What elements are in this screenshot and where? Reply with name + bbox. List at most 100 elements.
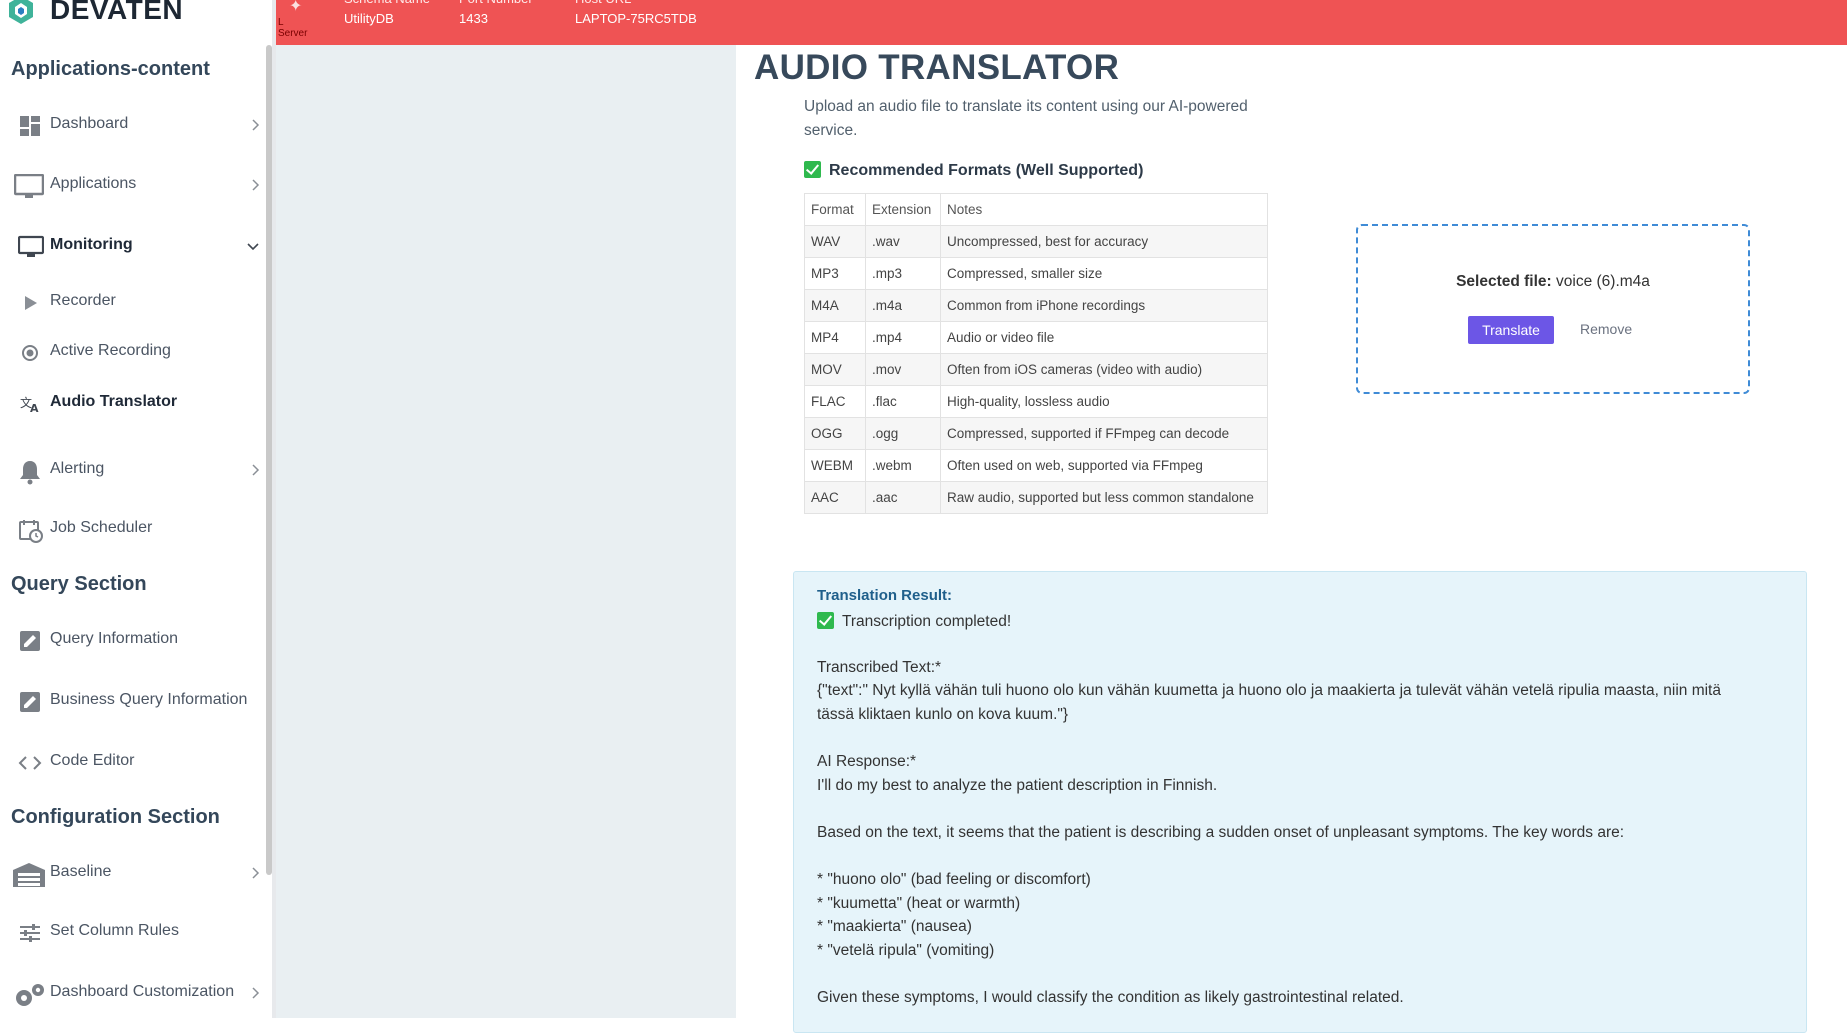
table-row: MOV .mov Often from iOS cameras (video wit… <box>804 353 1268 386</box>
calendar-clock-icon <box>18 518 43 543</box>
sidebar-item-label: Dashboard Customization <box>50 983 235 1000</box>
transcription-status: Transcription completed! <box>817 612 1011 631</box>
monitor-icon <box>18 235 44 259</box>
play-icon <box>18 291 42 315</box>
sidebar-item-label: Set Column Rules <box>50 922 179 939</box>
edit-square-icon <box>18 690 42 714</box>
chevron-right-icon <box>250 115 260 135</box>
table-cell: Often used on web, supported via FFmpeg <box>940 449 1268 482</box>
sidebar: Applications-content Dashboard Applicati… <box>0 45 270 1018</box>
sidebar-item-dashboard[interactable]: Dashboard <box>0 105 264 145</box>
table-cell: Audio or video file <box>940 321 1268 354</box>
warehouse-icon <box>12 862 46 887</box>
translate-button[interactable]: Translate <box>1468 316 1554 344</box>
table-cell: .aac <box>865 481 941 514</box>
section-applications-content: Applications-content <box>11 58 210 80</box>
sidebar-item-dashboard-customization[interactable]: Dashboard Customization <box>0 973 264 1013</box>
transcription-status-text: Transcription completed! <box>842 613 1012 630</box>
transcribed-text-line: tässä kliktaen kunlo on kova kuum."} <box>817 706 1069 723</box>
sidebar-item-alerting[interactable]: Alerting <box>0 450 264 490</box>
top-bar: ✦ L Server Schema Name UtilityDB Port Nu… <box>275 0 1847 45</box>
server-label: L Server <box>278 17 308 39</box>
column-header: Notes <box>940 193 1268 226</box>
sidebar-scrollbar[interactable] <box>266 45 272 875</box>
selected-file-name: voice (6).m4a <box>1556 273 1650 290</box>
sidebar-item-job-scheduler[interactable]: Job Scheduler <box>0 509 264 549</box>
left-panel <box>276 45 736 1018</box>
table-cell: .mp3 <box>865 257 941 290</box>
formats-table: Format Extension Notes WAV .wav Uncompress… <box>804 193 1268 514</box>
devaten-logo-icon <box>6 0 36 27</box>
ai-response-line: Based on the text, it seems that the pat… <box>817 824 1625 841</box>
translate-icon: 文A <box>18 392 42 416</box>
gears-icon <box>12 982 46 1006</box>
ai-response-conclusion: Given these symptoms, I would classify t… <box>817 989 1404 1006</box>
table-cell: High-quality, lossless audio <box>940 385 1268 418</box>
symptom-bullet: * "huono olo" (bad feeling or discomfort… <box>817 871 1091 888</box>
table-cell: M4A <box>804 289 866 322</box>
sidebar-item-business-query-information[interactable]: Business Query Information <box>0 681 264 721</box>
chevron-right-icon <box>250 460 260 480</box>
svg-text:A: A <box>30 402 39 415</box>
sidebar-item-label: Alerting <box>50 460 105 477</box>
sidebar-item-baseline[interactable]: Baseline <box>0 853 264 893</box>
chevron-right-icon <box>250 863 260 883</box>
sidebar-item-label: Audio Translator <box>50 393 178 410</box>
table-cell: WAV <box>804 225 866 258</box>
sidebar-item-monitoring[interactable]: Monitoring <box>0 226 264 266</box>
check-icon <box>817 612 834 629</box>
sidebar-item-label: Baseline <box>50 863 112 880</box>
transcribed-label: Transcribed Text:* <box>817 659 942 676</box>
sidebar-item-label: Code Editor <box>50 752 135 769</box>
sidebar-item-label: Applications <box>50 175 137 192</box>
table-cell: FLAC <box>804 385 866 418</box>
upload-dropzone[interactable]: Selected file: voice (6).m4a Translate R… <box>1356 224 1750 394</box>
host-url-key: Host URL <box>575 0 631 6</box>
table-cell: Uncompressed, best for accuracy <box>940 225 1268 258</box>
selected-file-label: Selected file: <box>1456 273 1552 290</box>
sidebar-item-label: Recorder <box>50 292 116 309</box>
brand-name: DEVATEN <box>50 0 184 25</box>
sidebar-item-label: Job Scheduler <box>50 519 153 536</box>
sidebar-item-label: Active Recording <box>50 342 171 359</box>
symptom-bullet: * "kuumetta" (heat or warmth) <box>817 895 1021 912</box>
ai-response-label: AI Response:* <box>817 753 917 770</box>
chevron-right-icon <box>250 983 260 1003</box>
table-cell: .webm <box>865 449 941 482</box>
table-cell: WEBM <box>804 449 866 482</box>
table-row: M4A .m4a Common from iPhone recordings <box>804 289 1268 322</box>
table-cell: Compressed, supported if FFmpeg can deco… <box>940 417 1268 450</box>
table-cell: MP4 <box>804 321 866 354</box>
host-url-value: LAPTOP-75RC5TDB <box>575 11 697 26</box>
record-icon <box>18 341 42 365</box>
remove-button[interactable]: Remove <box>1580 321 1632 337</box>
sidebar-item-label: Dashboard <box>50 115 129 132</box>
selected-file: Selected file: voice (6).m4a <box>1358 273 1748 291</box>
sidebar-item-applications[interactable]: Applications <box>0 165 264 205</box>
brand-header: DEVATEN <box>0 0 275 45</box>
transcribed-text-line: {"text":" Nyt kyllä vähän tuli huono olo… <box>817 682 1721 699</box>
table-cell: AAC <box>804 481 866 514</box>
table-row: AAC .aac Raw audio, supported but less com… <box>804 481 1268 514</box>
sidebar-item-label: Business Query Information <box>50 691 248 708</box>
sidebar-item-set-column-rules[interactable]: Set Column Rules <box>0 912 264 952</box>
table-cell: Raw audio, supported but less common sta… <box>940 481 1268 514</box>
sidebar-item-label: Query Information <box>50 630 179 647</box>
translation-result-panel <box>793 571 1807 1033</box>
sidebar-item-audio-translator[interactable]: 文A Audio Translator <box>0 383 264 423</box>
sidebar-item-active-recording[interactable]: Active Recording <box>0 332 264 372</box>
table-row: MP4 .mp4 Audio or video file <box>804 321 1268 354</box>
table-header-row: Format Extension Notes <box>804 193 1268 226</box>
table-row: FLAC .flac High-quality, lossless audio <box>804 385 1268 418</box>
check-icon <box>804 161 821 178</box>
sql-server-logo: ✦ L Server <box>278 0 314 39</box>
sql-server-icon: ✦ <box>289 0 303 15</box>
sidebar-item-recorder[interactable]: Recorder <box>0 282 264 322</box>
sidebar-item-query-information[interactable]: Query Information <box>0 620 264 660</box>
sidebar-item-code-editor[interactable]: Code Editor <box>0 742 264 782</box>
table-cell: .mov <box>865 353 941 386</box>
column-header: Extension <box>865 193 941 226</box>
chevron-down-icon <box>246 236 260 256</box>
dashboard-icon <box>18 114 42 138</box>
formats-heading: Recommended Formats (Well Supported) <box>804 161 1143 180</box>
